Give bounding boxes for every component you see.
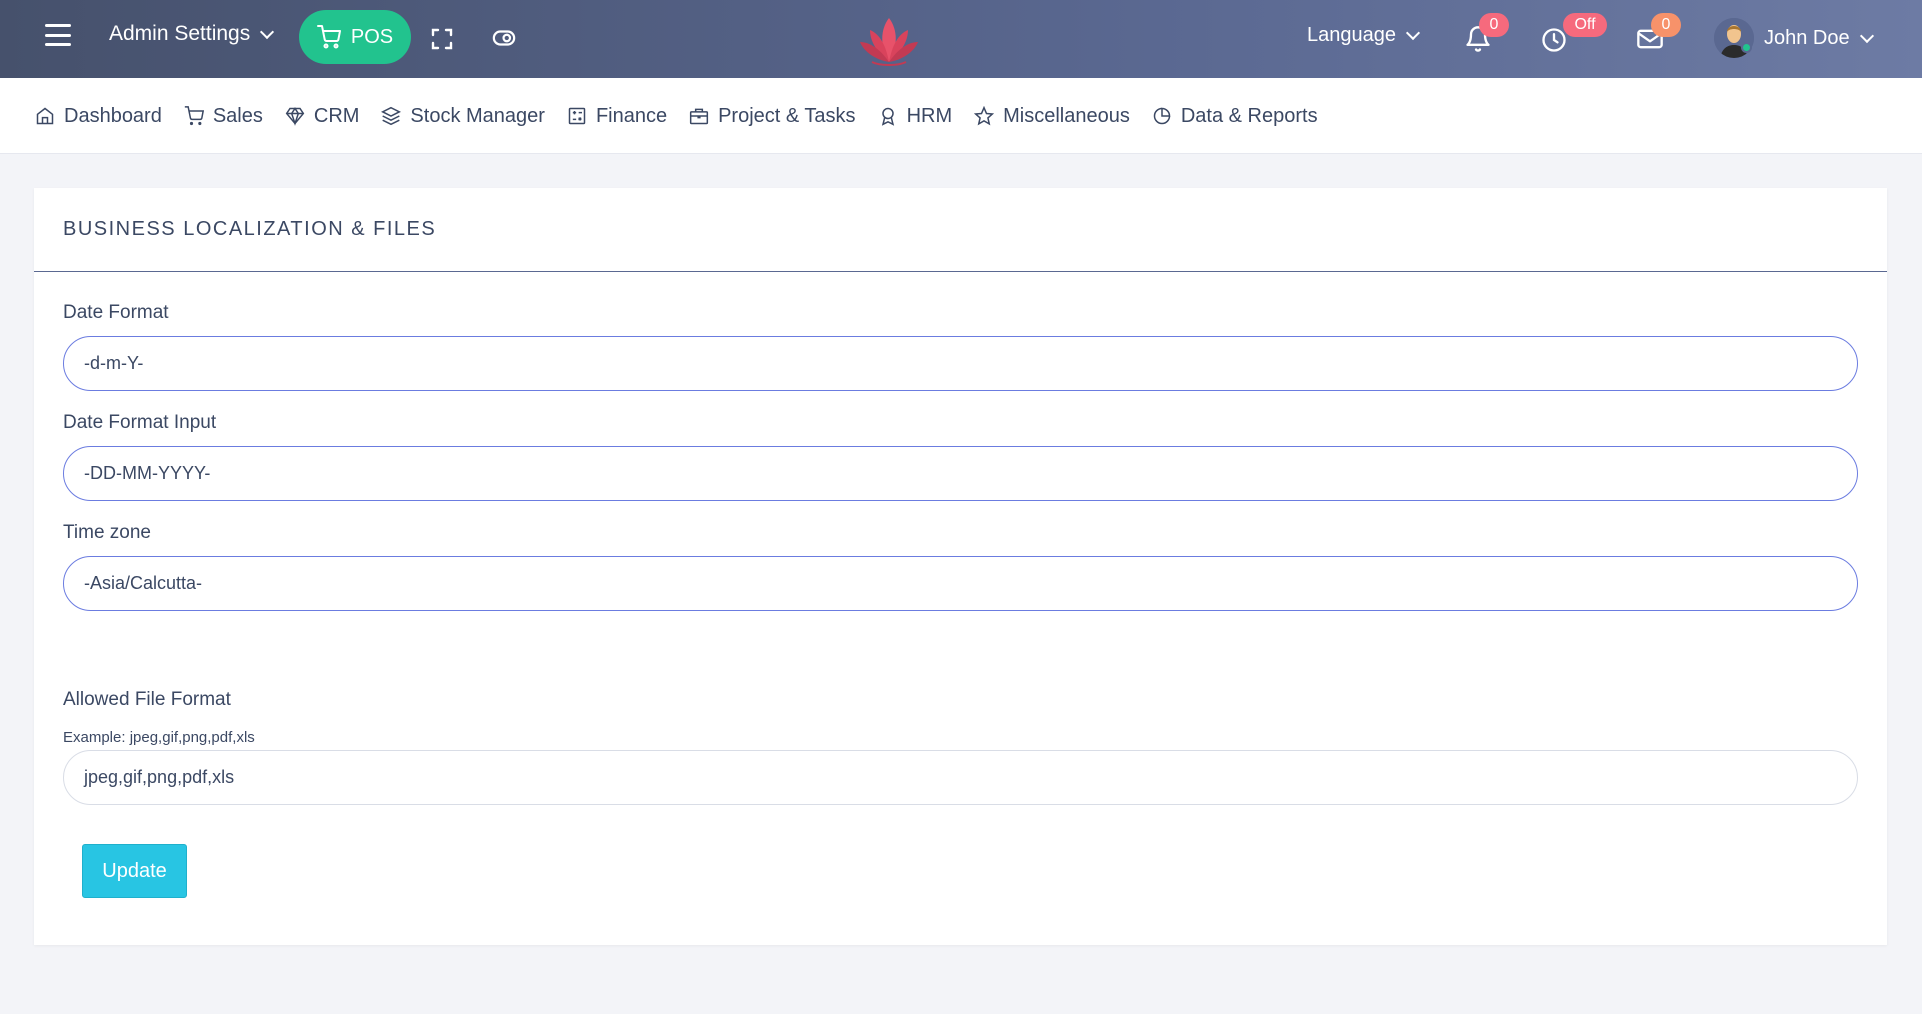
cart-icon [184,106,204,126]
chevron-down-icon [1859,28,1874,44]
nav-item-stock-manager[interactable]: Stock Manager [381,105,545,128]
nav-item-finance[interactable]: Finance [567,105,667,128]
allowed-file-format-label: Allowed File Format [63,689,231,710]
localization-card: Business Localization & Files Date Forma… [34,188,1887,945]
chevron-down-icon [260,24,275,39]
home-icon [36,107,54,125]
nav-item-label: CRM [313,104,360,127]
language-dropdown[interactable]: Language [1307,24,1421,47]
calculator-icon [568,107,586,125]
layers-icon [381,106,402,126]
nav-item-crm[interactable]: CRM [285,104,360,128]
card-header: Business Localization & Files [34,188,1887,272]
allowed-file-format-value: jpeg,gif,png,pdf,xls [84,767,235,787]
clock-status-badge: Off [1563,13,1607,37]
hamburger-menu-icon[interactable] [44,24,72,46]
main-nav: Dashboard Sales CRM Stock Manager Financ… [0,78,1922,154]
nav-item-label: Finance [595,104,668,127]
timezone-value: -Asia/Calcutta- [84,573,203,593]
nav-item-hrm[interactable]: HRM [878,104,953,128]
date-format-field[interactable]: -d-m-Y- [63,336,1858,391]
nav-item-label: HRM [906,104,953,127]
pos-label: POS [350,25,394,48]
nav-item-label: Miscellaneous [1003,104,1130,127]
date-format-input-value: -DD-MM-YYYY- [84,463,211,483]
nav-item-sales[interactable]: Sales [184,105,263,128]
briefcase-icon [690,108,709,125]
nav-item-project-tasks[interactable]: Project & Tasks [689,104,856,128]
admin-settings-label: Admin Settings [109,22,251,45]
nav-item-label: Sales [212,104,263,127]
award-icon [881,107,894,126]
nav-item-label: Data & Reports [1180,104,1318,127]
messages-badge: 0 [1651,13,1681,37]
update-button[interactable]: Update [82,844,187,898]
pie-chart-icon [1153,107,1171,125]
notifications-badge: 0 [1479,13,1509,37]
date-format-label: Date Format [63,302,169,323]
card-title: Business Localization & Files [63,218,437,240]
pos-button[interactable]: POS [299,10,411,64]
user-name: John Doe [1764,27,1850,49]
nav-item-dashboard[interactable]: Dashboard [35,105,162,128]
timezone-field[interactable]: -Asia/Calcutta- [63,556,1858,611]
lotus-logo [858,14,920,68]
top-bar: Admin Settings POS Language 0 Off 0 John… [0,0,1922,78]
online-status-dot [1741,42,1752,53]
date-format-input-label: Date Format Input [63,412,217,433]
user-menu-dropdown[interactable]: John Doe [1764,27,1874,50]
chevron-down-icon [1405,25,1421,41]
date-format-value: -d-m-Y- [84,353,144,373]
nav-item-label: Dashboard [64,104,162,127]
nav-item-miscellaneous[interactable]: Miscellaneous [974,105,1130,128]
theme-toggle-icon[interactable] [492,29,516,47]
nav-item-data-reports[interactable]: Data & Reports [1152,105,1318,128]
language-label: Language [1307,24,1396,46]
star-icon [974,106,995,126]
nav-item-label: Project & Tasks [718,104,856,127]
admin-settings-dropdown[interactable]: Admin Settings [109,22,275,46]
cart-icon [316,25,341,49]
timezone-label: Time zone [63,522,151,543]
diamond-icon [285,107,305,126]
nav-item-label: Stock Manager [410,104,545,127]
allowed-file-format-hint: Example: jpeg,gif,png,pdf,xls [63,729,255,746]
date-format-input-field[interactable]: -DD-MM-YYYY- [63,446,1858,501]
fullscreen-icon[interactable] [430,27,454,51]
allowed-file-format-field[interactable]: jpeg,gif,png,pdf,xls [63,750,1858,805]
